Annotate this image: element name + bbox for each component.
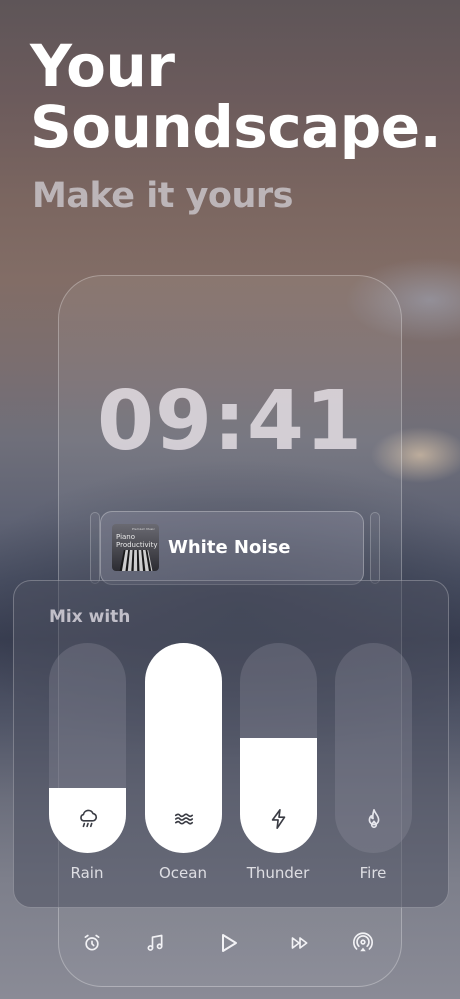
rain-cloud-icon: [49, 807, 126, 831]
headline-line-2: Soundscape.: [30, 93, 442, 161]
album-title: Piano Productivity: [116, 533, 158, 549]
play-icon[interactable]: [215, 930, 241, 956]
thunder-slider[interactable]: [240, 643, 317, 853]
card-stack-right-edge: [370, 512, 380, 584]
lock-screen-clock: 09:41: [96, 374, 363, 469]
waves-icon: [145, 807, 222, 831]
alarm-clock-icon[interactable]: [79, 930, 105, 956]
fast-forward-icon[interactable]: [287, 930, 313, 956]
flame-icon: [335, 807, 412, 831]
lightning-bolt-icon: [240, 807, 317, 831]
album-brand: Premium Music: [132, 527, 155, 531]
thunder-slider-fill: [240, 737, 317, 853]
card-stack-left-edge: [90, 512, 100, 584]
now-playing-card[interactable]: Premium Music Piano Productivity White N…: [100, 511, 364, 585]
now-playing-title: White Noise: [168, 537, 291, 558]
airplay-icon[interactable]: [350, 930, 376, 956]
headline: Your Soundscape.: [30, 32, 442, 161]
ocean-slider[interactable]: [145, 643, 222, 853]
mix-with-label: Mix with: [49, 607, 131, 627]
music-note-icon[interactable]: [142, 930, 168, 956]
headline-line-1: Your: [30, 32, 175, 100]
thunder-label: Thunder: [246, 864, 310, 882]
album-art: Premium Music Piano Productivity: [112, 524, 159, 571]
rain-slider[interactable]: [49, 643, 126, 853]
album-title-line-2: Productivity: [116, 541, 158, 549]
fire-label: Fire: [359, 864, 387, 882]
rain-label: Rain: [70, 864, 104, 882]
ocean-label: Ocean: [159, 864, 207, 882]
fire-slider[interactable]: [335, 643, 412, 853]
subheadline: Make it yours: [32, 176, 294, 216]
album-title-line-1: Piano: [116, 533, 136, 541]
piano-keys-image: [119, 549, 153, 571]
